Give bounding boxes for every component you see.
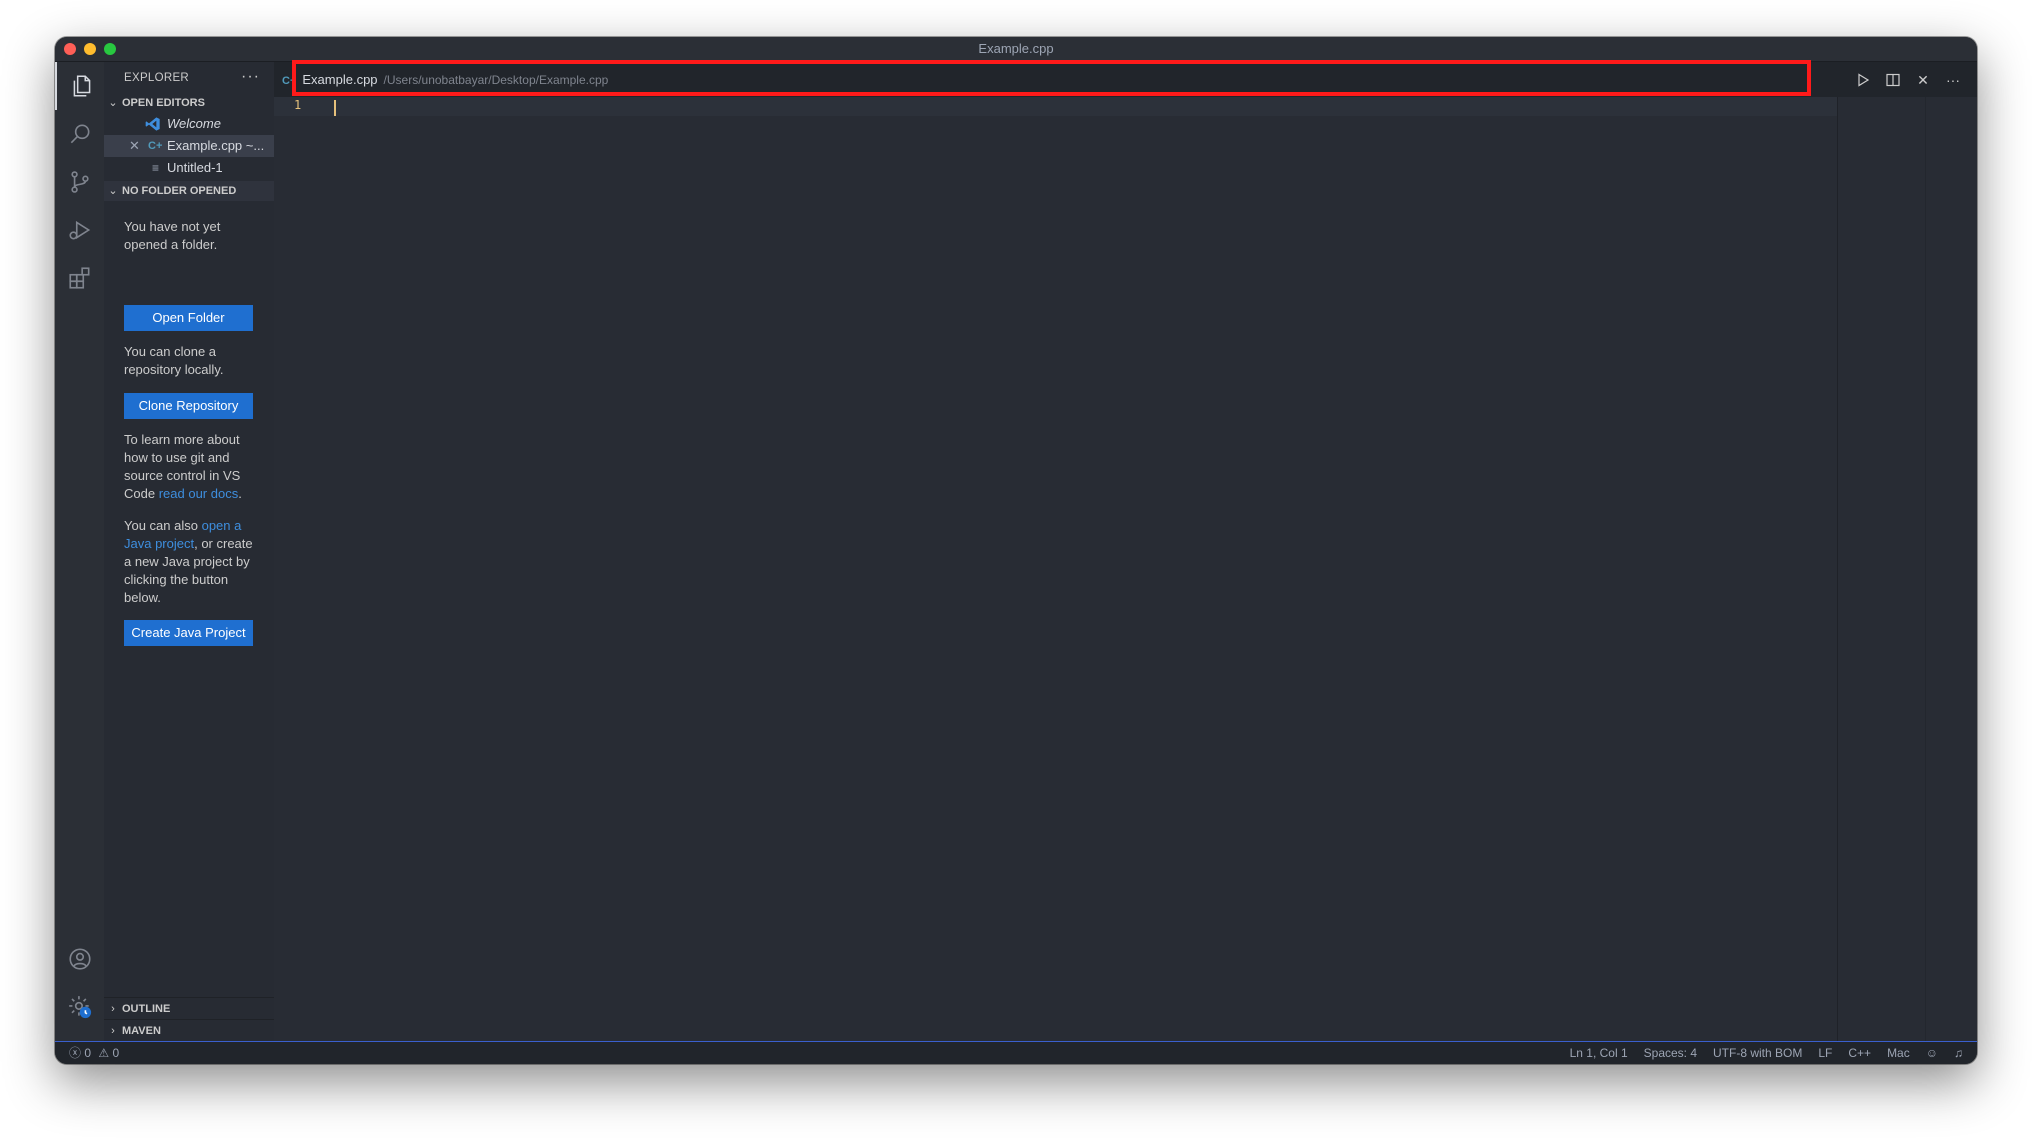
extensions-icon[interactable] — [55, 254, 104, 302]
editor-actions: ✕ ··· — [1853, 70, 1963, 90]
java-project-message: You can also open a Java project, or cre… — [124, 518, 253, 605]
git-docs-message: To learn more about how to use git and s… — [124, 432, 242, 501]
outline-panel-header[interactable]: › OUTLINE — [104, 997, 274, 1020]
create-java-project-button[interactable]: Create Java Project — [124, 620, 253, 646]
open-editors-header[interactable]: ⌄ OPEN EDITORS — [104, 93, 274, 113]
cpp-file-icon: C+ — [148, 140, 163, 152]
open-editor-item-example-cpp[interactable]: ✕ C+ Example.cpp ~... — [104, 135, 274, 157]
platform[interactable]: Mac — [1887, 1042, 1910, 1064]
bell-icon[interactable]: ♫ — [1954, 1042, 1963, 1064]
line-number: 1 — [294, 98, 302, 112]
explorer-title: EXPLORER — [124, 72, 190, 84]
scrollbar-track[interactable] — [1925, 97, 1926, 1041]
source-control-icon[interactable] — [55, 158, 104, 206]
account-icon[interactable] — [55, 935, 104, 983]
files-icon[interactable] — [55, 62, 106, 110]
cursor-position[interactable]: Ln 1, Col 1 — [1570, 1042, 1628, 1064]
warning-icon: ⚠ — [98, 1046, 110, 1060]
clone-repository-button[interactable]: Clone Repository — [124, 393, 253, 419]
split-editor-icon[interactable] — [1883, 70, 1903, 90]
indentation[interactable]: Spaces: 4 — [1644, 1042, 1697, 1064]
status-bar: ⓧ 0 ⚠ 0 Ln 1, Col 1 Spaces: 4 UTF-8 with… — [55, 1041, 1977, 1064]
window-title: Example.cpp — [978, 41, 1054, 56]
vscode-logo-icon — [145, 113, 161, 135]
chevron-down-icon: ⌄ — [108, 185, 118, 197]
explorer-more-button[interactable]: ··· — [241, 68, 260, 86]
search-icon[interactable] — [55, 110, 104, 158]
open-editor-item-welcome[interactable]: Welcome — [104, 113, 274, 135]
read-docs-link[interactable]: read our docs — [159, 486, 239, 501]
more-actions-icon[interactable]: ··· — [1943, 70, 1963, 90]
problems-indicator[interactable]: ⓧ 0 ⚠ 0 — [69, 1042, 119, 1064]
line-ending[interactable]: LF — [1818, 1042, 1832, 1064]
close-editor-icon[interactable]: ✕ — [1913, 70, 1933, 90]
feedback-icon[interactable]: ☺ — [1926, 1042, 1938, 1064]
highlight-annotation-box — [292, 60, 1811, 96]
maven-panel-header[interactable]: › MAVEN — [104, 1019, 274, 1042]
file-encoding[interactable]: UTF-8 with BOM — [1713, 1042, 1802, 1064]
error-icon: ⓧ — [69, 1046, 82, 1060]
chevron-right-icon: › — [111, 1003, 115, 1015]
settings-gear-icon[interactable] — [55, 983, 104, 1031]
vscode-window: Example.cpp EXPLORER ··· ⌄OPEN EDITORS — [55, 37, 1977, 1064]
run-debug-icon[interactable] — [55, 206, 104, 254]
activity-bar — [55, 62, 104, 1041]
language-mode[interactable]: C++ — [1848, 1042, 1871, 1064]
minimap-divider — [1837, 97, 1838, 1041]
current-line-highlight — [274, 97, 1837, 116]
open-folder-button[interactable]: Open Folder — [124, 305, 253, 331]
text-file-icon: ≡ — [152, 161, 160, 175]
title-bar: Example.cpp — [55, 37, 1977, 62]
clone-message: You can clone a repository locally. — [124, 344, 224, 377]
open-editor-item-untitled[interactable]: ≡ Untitled-1 — [104, 157, 274, 179]
run-icon[interactable] — [1853, 70, 1873, 90]
no-folder-message: You have not yet opened a folder. — [124, 219, 221, 252]
editor-area[interactable]: C+ Example.cpp/Users/unobatbayar/Desktop/… — [274, 62, 1977, 1041]
no-folder-header[interactable]: ⌄ NO FOLDER OPENED — [104, 181, 274, 201]
chevron-down-icon: ⌄ — [108, 97, 118, 109]
chevron-right-icon: › — [111, 1025, 115, 1037]
explorer-sidebar: EXPLORER ··· ⌄ OPEN EDITORS Welcome ✕ C+ … — [104, 62, 274, 1041]
close-icon[interactable]: ✕ — [129, 135, 140, 157]
text-cursor — [334, 100, 336, 116]
